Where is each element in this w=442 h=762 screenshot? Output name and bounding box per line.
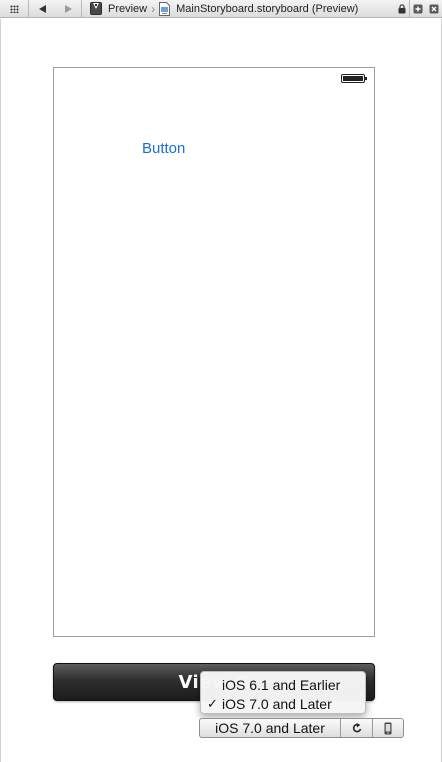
breadcrumb-storyboard-label: MainStoryboard.storyboard (Preview) (176, 2, 359, 15)
rotate-icon (352, 723, 361, 733)
checkmark-icon: ✓ (207, 695, 218, 711)
preview-bottom-bar: iOS 7.0 and Later (199, 718, 404, 738)
breadcrumb-preview-label: Preview (108, 2, 148, 15)
close-box-icon (429, 4, 439, 13)
back-button[interactable] (29, 0, 55, 18)
os-version-menu: iOS 6.1 and Earlier ✓ iOS 7.0 and Later (200, 671, 366, 714)
related-items-grid-icon (9, 4, 19, 13)
related-items-button[interactable] (0, 0, 28, 18)
storyboard-file-icon (159, 1, 171, 16)
preview-button[interactable]: Button (142, 140, 185, 157)
forward-arrow-icon (64, 4, 72, 13)
close-assistant-button[interactable] (426, 0, 442, 18)
os-option-label: iOS 6.1 and Earlier (222, 676, 341, 693)
breadcrumb-chevron-icon: › (151, 1, 156, 16)
os-option-ios-6-1[interactable]: iOS 6.1 and Earlier (201, 675, 365, 694)
battery-level (343, 76, 363, 81)
battery-icon (341, 74, 367, 83)
forward-button[interactable] (55, 0, 81, 18)
preview-tuxedo-icon (90, 2, 102, 15)
plus-box-icon (413, 4, 423, 13)
breadcrumb-storyboard[interactable]: MainStoryboard.storyboard (Preview) (159, 1, 359, 16)
phone-icon (384, 722, 392, 734)
device-size-button[interactable] (373, 719, 403, 737)
os-option-label: iOS 7.0 and Later (222, 695, 332, 712)
rotate-button[interactable] (341, 719, 373, 737)
breadcrumb-preview[interactable]: Preview (90, 2, 147, 15)
os-option-ios-7-0[interactable]: ✓ iOS 7.0 and Later (201, 694, 365, 713)
os-version-selector[interactable]: iOS 7.0 and Later (200, 719, 341, 737)
lock-button[interactable] (395, 0, 409, 18)
jump-bar: Preview › MainStoryboard.storyboard (Pre… (0, 0, 442, 18)
back-arrow-icon (38, 4, 46, 13)
jump-bar-divider (81, 0, 82, 18)
add-assistant-button[interactable] (410, 0, 426, 18)
lock-icon (398, 3, 406, 13)
device-preview-screen: Button (53, 67, 375, 637)
